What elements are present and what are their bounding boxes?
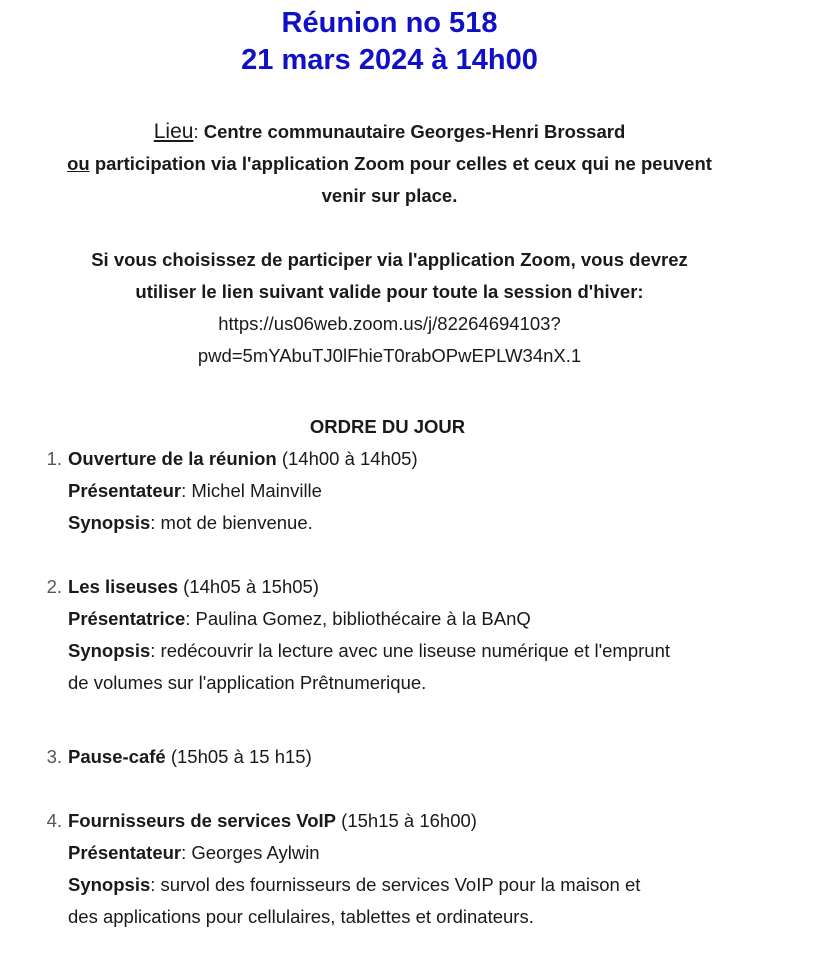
presenter-label: Présentatrice — [68, 608, 186, 629]
agenda-item-name: Ouverture de la réunion — [68, 448, 277, 469]
agenda-item: 3. Pause-café (15h05 à 15 h15) — [40, 741, 780, 773]
synopsis-text: : survol des fournisseurs de services Vo… — [150, 874, 641, 895]
presenter-label: Présentateur — [68, 842, 182, 863]
synopsis-text-continued: de volumes sur l'application Prêtnumeriq… — [68, 672, 427, 693]
zoom-instruction-line1: Si vous choisissez de participer via l'a… — [91, 249, 688, 270]
zoom-alternative-line2: venir sur place. — [321, 185, 458, 206]
synopsis-label: Synopsis — [68, 640, 151, 661]
zoom-info-block: Si vous choisissez de participer via l'a… — [0, 244, 779, 372]
agenda-item-number: 2. — [46, 576, 62, 597]
synopsis-label: Synopsis — [68, 874, 151, 895]
location-place: Centre communautaire Georges-Henri Bross… — [203, 121, 626, 142]
zoom-link-part1[interactable]: https://us06web.zoom.us/j/82264694103? — [0, 308, 779, 340]
presenter-name: : Paulina Gomez, bibliothécaire à la BAn… — [185, 608, 531, 629]
agenda-item-time: (15h15 à 16h00) — [336, 810, 477, 831]
agenda-item: 2. Les liseuses (14h05 à 15h05) Présenta… — [40, 571, 780, 699]
agenda-item-number: 4. — [46, 810, 62, 831]
agenda-item: 4. Fournisseurs de services VoIP (15h15 … — [40, 805, 780, 933]
agenda-item-time: (14h00 à 14h05) — [276, 448, 418, 469]
synopsis-text: : redécouvrir la lecture avec une liseus… — [150, 640, 670, 661]
synopsis-text: : mot de bienvenue. — [150, 512, 313, 533]
zoom-alternative-text: participation via l'application Zoom pou… — [89, 153, 712, 174]
location-line: Lieu: Centre communautaire Georges-Henri… — [0, 116, 779, 148]
agenda-item-name: Les liseuses — [68, 576, 179, 597]
zoom-alternative-line: ou participation via l'application Zoom … — [0, 148, 779, 180]
agenda-item-number: 1. — [46, 448, 62, 469]
location-label: Lieu — [153, 120, 194, 143]
presenter-name: : Michel Mainville — [181, 480, 322, 501]
meeting-title: Réunion no 518 — [281, 7, 498, 39]
zoom-instruction-line2: utiliser le lien suivant valide pour tou… — [135, 281, 644, 302]
agenda-item-time: (15h05 à 15 h15) — [165, 746, 312, 767]
agenda-item: 1. Ouverture de la réunion (14h00 à 14h0… — [40, 443, 780, 539]
synopsis-label: Synopsis — [68, 512, 151, 533]
agenda-item-number: 3. — [46, 746, 62, 767]
zoom-link-part2[interactable]: pwd=5mYAbuTJ0lFhieT0rabOPwEPLW34nX.1 — [0, 340, 779, 372]
location-block: Lieu: Centre communautaire Georges-Henri… — [0, 116, 779, 212]
presenter-name: : Georges Aylwin — [181, 842, 320, 863]
or-word: ou — [67, 153, 90, 174]
meeting-date: 21 mars 2024 à 14h00 — [241, 44, 538, 76]
agenda-item-time: (14h05 à 15h05) — [178, 576, 319, 597]
synopsis-text-continued: des applications pour cellulaires, table… — [68, 906, 534, 927]
agenda-title: ORDRE DU JOUR — [309, 416, 466, 437]
location-separator: : — [193, 121, 204, 142]
agenda-item-name: Pause-café — [68, 746, 166, 767]
presenter-label: Présentateur — [68, 480, 182, 501]
agenda-item-name: Fournisseurs de services VoIP — [68, 810, 337, 831]
